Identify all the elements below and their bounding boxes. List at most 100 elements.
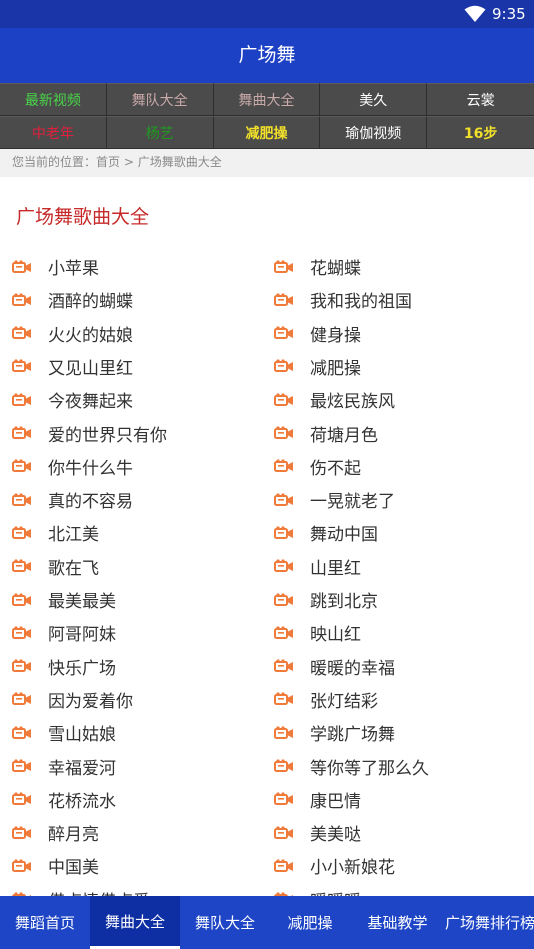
song-list-item[interactable]: 康巴情 [274,783,361,816]
song-list-item[interactable]: 跳到北京 [274,583,378,616]
video-camera-icon [274,692,293,706]
song-title: 又见山里红 [48,358,133,379]
song-list-item[interactable]: 又见山里红 [12,350,133,383]
song-title: 最炫民族风 [310,392,395,413]
bottom-tab[interactable]: 广场舞排行榜 [445,896,534,949]
song-list-item[interactable]: 健身操 [274,317,361,350]
song-list-item[interactable]: 美美哒 [274,816,361,849]
video-camera-icon [274,859,293,872]
song-list-item[interactable]: 火火的姑娘 [12,317,133,350]
nav-item[interactable]: 云裳 [427,83,534,116]
song-list-item[interactable]: 你牛什么牛 [12,450,133,483]
song-list-item[interactable]: 学跳广场舞 [274,716,395,749]
song-title: 阿哥阿妹 [48,625,116,646]
song-list-item[interactable]: 花蝴蝶 [274,250,361,283]
song-list-item[interactable]: 醉月亮 [12,816,99,849]
song-list-item[interactable]: 歌在飞 [12,550,99,583]
song-title: 我和我的祖国 [310,292,412,313]
video-camera-icon [274,825,293,839]
song-list-item[interactable]: 张灯结彩 [274,683,378,716]
video-camera-icon [12,792,31,806]
video-camera-icon [12,526,31,539]
nav-item[interactable]: 舞队大全 [106,83,214,116]
song-title: 今夜舞起来 [48,392,133,413]
video-camera-icon [274,426,293,439]
song-list-item[interactable]: 北江美 [12,516,99,549]
song-title: 小苹果 [48,259,99,279]
video-camera-icon [274,659,293,673]
song-title: 美美哒 [310,825,361,846]
video-camera-icon [274,359,293,373]
nav-item[interactable]: 最新视频 [0,83,107,116]
video-camera-icon [12,259,31,273]
song-list-item[interactable]: 最炫民族风 [274,383,395,416]
song-title: 小小新娘花 [310,858,395,879]
song-list-item[interactable]: 花桥流水 [12,783,116,816]
song-list-item[interactable]: 今夜舞起来 [12,383,133,416]
nav-item[interactable]: 瑜伽视频 [320,116,428,149]
video-camera-icon [12,759,31,772]
song-list-item[interactable]: 舞动中国 [274,516,378,549]
song-title: 伤不起 [310,458,361,479]
nav-item[interactable]: 美久 [320,83,428,116]
category-nav: 最新视频 舞队大全 舞曲大全 美久 云裳中老年 杨艺 减肥操 瑜伽视频 16步 [0,83,534,149]
video-camera-icon [274,626,293,639]
song-list-item[interactable]: 雪山姑娘 [12,716,116,749]
wifi-icon [464,5,486,22]
song-title: 你牛什么牛 [48,458,133,479]
song-title: 花蝴蝶 [310,259,361,279]
song-list-item[interactable]: 荷塘月色 [274,417,378,450]
song-list-item[interactable]: 最美最美 [12,583,116,616]
video-camera-icon [12,692,31,706]
song-list-item[interactable]: 一晃就老了 [274,483,395,516]
song-list-item[interactable]: 真的不容易 [12,483,133,516]
app-header: 广场舞 [0,28,534,83]
song-list-item[interactable]: 暖暖的幸福 [274,650,395,683]
breadcrumb-home-link[interactable]: 首页 [96,155,120,169]
song-list-item[interactable]: 爱的世界只有你 [12,417,167,450]
nav-item[interactable]: 减肥操 [213,116,321,149]
video-camera-icon [274,592,293,606]
nav-item[interactable]: 中老年 [0,116,107,149]
song-list-item[interactable]: 暖暖暖 [274,883,361,896]
nav-item[interactable]: 16步 [427,116,534,149]
video-camera-icon [274,492,293,506]
song-list-item[interactable]: 阿哥阿妹 [12,616,116,649]
video-camera-icon [274,326,293,340]
song-list-item[interactable]: 因为爱着你 [12,683,133,716]
nav-item[interactable]: 舞曲大全 [213,83,321,116]
song-list-item[interactable]: 我和我的祖国 [274,283,412,316]
song-list-item[interactable]: 伤不起 [274,450,361,483]
status-bar: 9:35 [0,0,534,28]
song-list-item[interactable]: 借卢情借卢爱 [12,883,150,896]
song-title: 中国美 [48,858,99,879]
bottom-tab[interactable]: 舞蹈首页 [0,896,90,949]
song-title: 快乐广场 [48,658,116,679]
song-list-item[interactable]: 幸福爱河 [12,750,116,783]
song-list-item[interactable]: 山里红 [274,550,361,583]
song-title: 借卢情借卢爱 [48,887,150,896]
bottom-tab[interactable]: 舞队大全 [180,896,270,949]
song-list-item[interactable]: 酒醉的蝴蝶 [12,283,133,316]
song-title: 最美最美 [48,592,116,612]
page-title: 广场舞 [238,44,296,66]
nav-item[interactable]: 杨艺 [106,116,214,149]
song-list-item[interactable]: 快乐广场 [12,650,116,683]
song-list-item[interactable]: 减肥操 [274,350,361,383]
status-time: 9:35 [492,5,526,23]
bottom-tab[interactable]: 基础教学 [350,896,445,949]
video-camera-icon [274,759,293,772]
bottom-tab[interactable]: 舞曲大全 [90,896,180,949]
song-title: 幸福爱河 [48,758,116,779]
song-title: 爱的世界只有你 [48,425,167,446]
song-list-item[interactable]: 中国美 [12,849,99,882]
bottom-tab[interactable]: 减肥操 [270,896,350,949]
video-camera-icon [274,293,293,306]
song-list-item[interactable]: 小苹果 [12,250,99,283]
song-title: 歌在飞 [48,558,99,579]
song-list: 小苹果酒醉的蝴蝶 火火的姑娘又见山里红今夜舞起来爱的世界只有你 你牛什么牛真的不容易… [0,250,534,896]
song-list-item[interactable]: 小小新娘花 [274,849,395,882]
song-list-item[interactable]: 等你等了那么久 [274,750,429,783]
song-list-item[interactable]: 映山红 [274,616,361,649]
song-title: 张灯结彩 [310,691,378,712]
